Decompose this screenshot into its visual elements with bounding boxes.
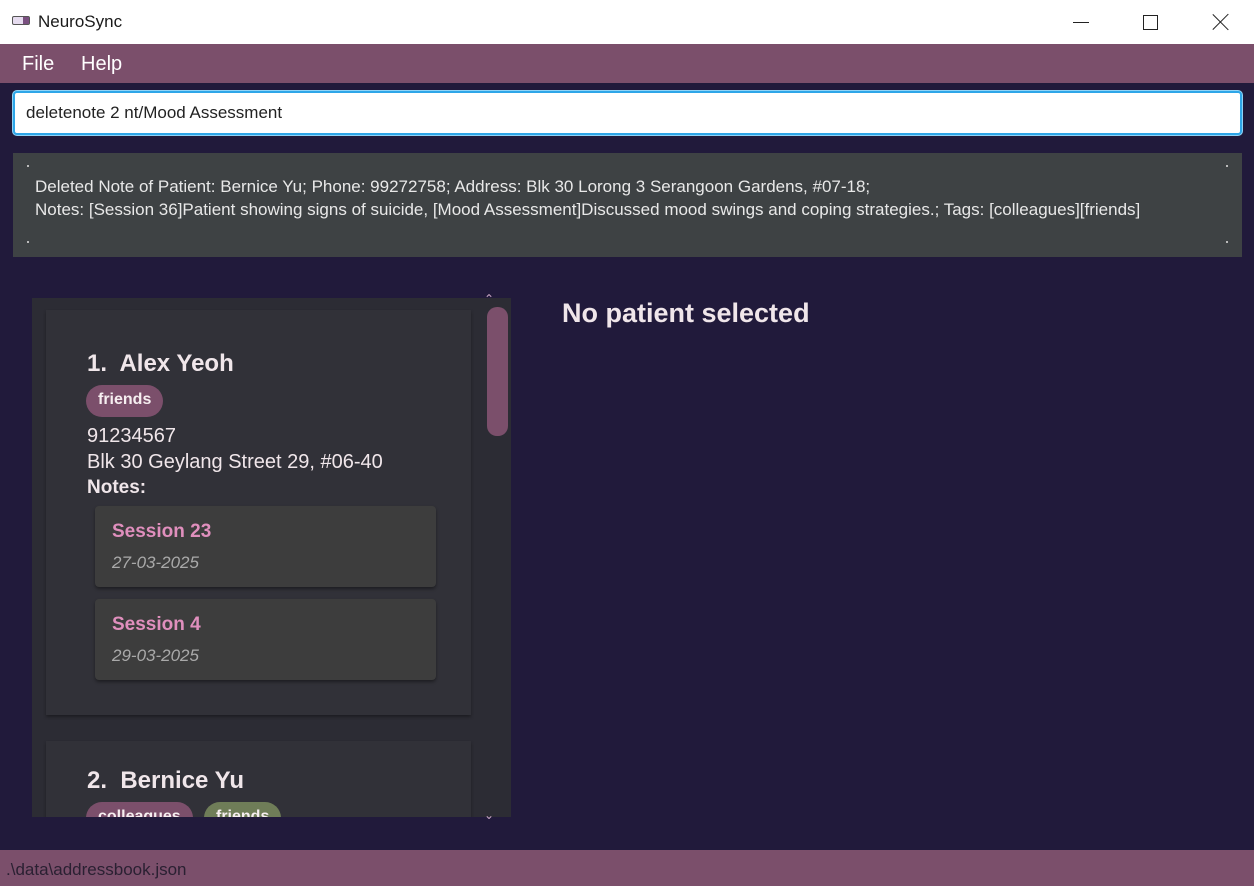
menu-bar: File Help — [0, 44, 1254, 83]
tag-badge: colleagues — [86, 802, 193, 817]
note-date: 27-03-2025 — [112, 553, 199, 572]
scrollbar-thumb[interactable] — [487, 307, 508, 436]
patient-name: 2. Bernice Yu — [87, 767, 244, 794]
note-date: 29-03-2025 — [112, 646, 199, 665]
menu-help[interactable]: Help — [81, 53, 122, 76]
patient-phone: 91234567 — [87, 425, 176, 447]
result-line-2: Notes: [Session 36]Patient showing signs… — [35, 200, 1141, 219]
corner-dot — [27, 165, 29, 167]
patient-card[interactable]: 2. Bernice Yu colleagues friends — [46, 741, 471, 817]
patient-card[interactable]: 1. Alex Yeoh friends 91234567 Blk 30 Gey… — [46, 310, 471, 715]
result-line-1: Deleted Note of Patient: Bernice Yu; Pho… — [35, 177, 871, 196]
menu-file[interactable]: File — [22, 53, 54, 76]
title-bar: NeuroSync — [0, 0, 1254, 44]
patient-address: Blk 30 Geylang Street 29, #06-40 — [87, 451, 383, 473]
scroll-down-icon[interactable]: ⌄ — [484, 808, 494, 822]
maximize-button[interactable] — [1127, 0, 1173, 44]
note-title: Session 4 — [112, 614, 201, 635]
status-bar: .\data\addressbook.json — [0, 850, 1254, 886]
corner-dot — [1226, 165, 1228, 167]
close-icon — [1212, 13, 1230, 31]
corner-dot — [27, 241, 29, 243]
result-display: Deleted Note of Patient: Bernice Yu; Pho… — [13, 153, 1242, 257]
detail-placeholder: No patient selected — [562, 298, 810, 328]
note-card[interactable]: Session 23 27-03-2025 — [95, 506, 436, 587]
window-title: NeuroSync — [38, 12, 123, 31]
patient-list[interactable]: 1. Alex Yeoh friends 91234567 Blk 30 Gey… — [32, 298, 511, 817]
notes-label: Notes: — [87, 477, 147, 498]
minimize-button[interactable] — [1058, 0, 1104, 44]
note-card[interactable]: Session 4 29-03-2025 — [95, 599, 436, 680]
result-text: Deleted Note of Patient: Bernice Yu; Pho… — [35, 175, 1225, 221]
app-icon — [12, 16, 30, 25]
tag-badge: friends — [204, 802, 282, 817]
patient-name: 1. Alex Yeoh — [87, 350, 234, 377]
tag-badge: friends — [86, 385, 164, 417]
note-title: Session 23 — [112, 521, 212, 542]
maximize-icon — [1142, 14, 1158, 30]
command-input[interactable] — [13, 91, 1242, 135]
close-button[interactable] — [1198, 0, 1244, 44]
data-file-path: .\data\addressbook.json — [6, 860, 187, 879]
minimize-icon — [1073, 21, 1089, 23]
corner-dot — [1226, 241, 1228, 243]
